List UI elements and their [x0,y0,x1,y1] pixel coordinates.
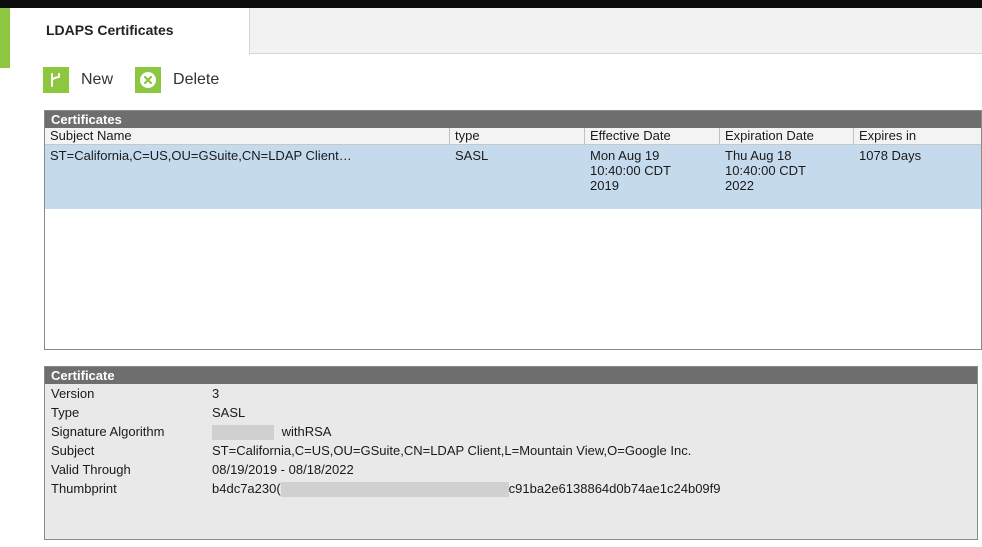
signature-algorithm-value: withRSA [281,424,332,439]
subject-value: ST=California,C=US,OU=GSuite,CN=LDAP Cli… [212,443,692,458]
cell-effective-date: Mon Aug 19 10:40:00 CDT 2019 [585,145,720,209]
cell-type: SASL [455,148,489,163]
subject-label: Subject [51,443,95,458]
tab-ldaps-certificates[interactable]: LDAPS Certificates [10,8,250,55]
certificate-detail-panel: Certificate Version 3 Type SASL Signatur… [44,366,978,540]
effective-date-line: 10:40:00 CDT [590,163,671,178]
signature-algorithm-field: withRSA [212,422,977,441]
thumbprint-value-end: c91ba2e6138864d0b74ae1c24b09f9 [508,481,721,496]
detail-row-thumbprint: Thumbprint b4dc7a230( c91ba2e6138864d0b74… [45,479,977,498]
detail-row-signature-algorithm: Signature Algorithm withRSA [45,422,977,441]
version-value: 3 [212,386,220,401]
type-label: Type [51,405,80,420]
column-header-expiration-date[interactable]: Expiration Date [720,128,854,144]
expiration-date-line: Thu Aug 18 [725,148,792,163]
cell-expires-in: 1078 Days [859,148,922,163]
column-header-subject-name[interactable]: Subject Name [45,128,450,144]
certificates-table: Subject Name type Effective Date Expirat… [45,128,981,209]
cell-expiration-date: Thu Aug 18 10:40:00 CDT 2022 [720,145,854,209]
type-value: SASL [212,405,246,420]
certificates-panel-title: Certificates [45,111,981,128]
detail-row-subject: Subject ST=California,C=US,OU=GSuite,CN=… [45,441,977,460]
thumbprint-label: Thumbprint [51,481,117,496]
version-label: Version [51,386,95,401]
table-row[interactable]: ST=California,C=US,OU=GSuite,CN=LDAP Cli… [45,145,981,209]
toolbar: New Delete [43,65,241,95]
new-button[interactable]: New [43,67,113,93]
effective-date-line: Mon Aug 19 [590,148,660,163]
redacted-region [280,482,509,498]
delete-button[interactable]: Delete [135,67,219,93]
effective-date-line: 2019 [590,178,619,193]
detail-row-type: Type SASL [45,403,977,422]
cell-subject-name: ST=California,C=US,OU=GSuite,CN=LDAP Cli… [50,148,352,163]
detail-row-valid-through: Valid Through 08/19/2019 - 08/18/2022 [45,460,977,479]
thumbprint-field: b4dc7a230( c91ba2e6138864d0b74ae1c24b09f9 [212,479,977,498]
branch-icon [43,67,69,93]
column-header-expires-in[interactable]: Expires in [854,128,979,144]
column-header-effective-date[interactable]: Effective Date [585,128,720,144]
signature-algorithm-label: Signature Algorithm [51,424,165,439]
redacted-region [212,425,274,441]
new-button-label: New [81,71,114,88]
detail-row-version: Version 3 [45,384,977,403]
thumbprint-value-start: b4dc7a230( [212,481,281,496]
valid-through-label: Valid Through [51,462,131,477]
window-top-border [0,0,982,8]
expiration-date-line: 2022 [725,178,754,193]
certificates-panel: Certificates Subject Name type Effective… [44,110,982,350]
valid-through-value: 08/19/2019 - 08/18/2022 [212,462,354,477]
column-header-type[interactable]: type [450,128,585,144]
delete-button-label: Delete [173,71,220,88]
table-header: Subject Name type Effective Date Expirat… [45,128,981,145]
close-circle-icon [135,67,162,93]
certificate-panel-title: Certificate [45,367,977,384]
expiration-date-line: 10:40:00 CDT [725,163,806,178]
active-tab-indicator [0,8,10,68]
